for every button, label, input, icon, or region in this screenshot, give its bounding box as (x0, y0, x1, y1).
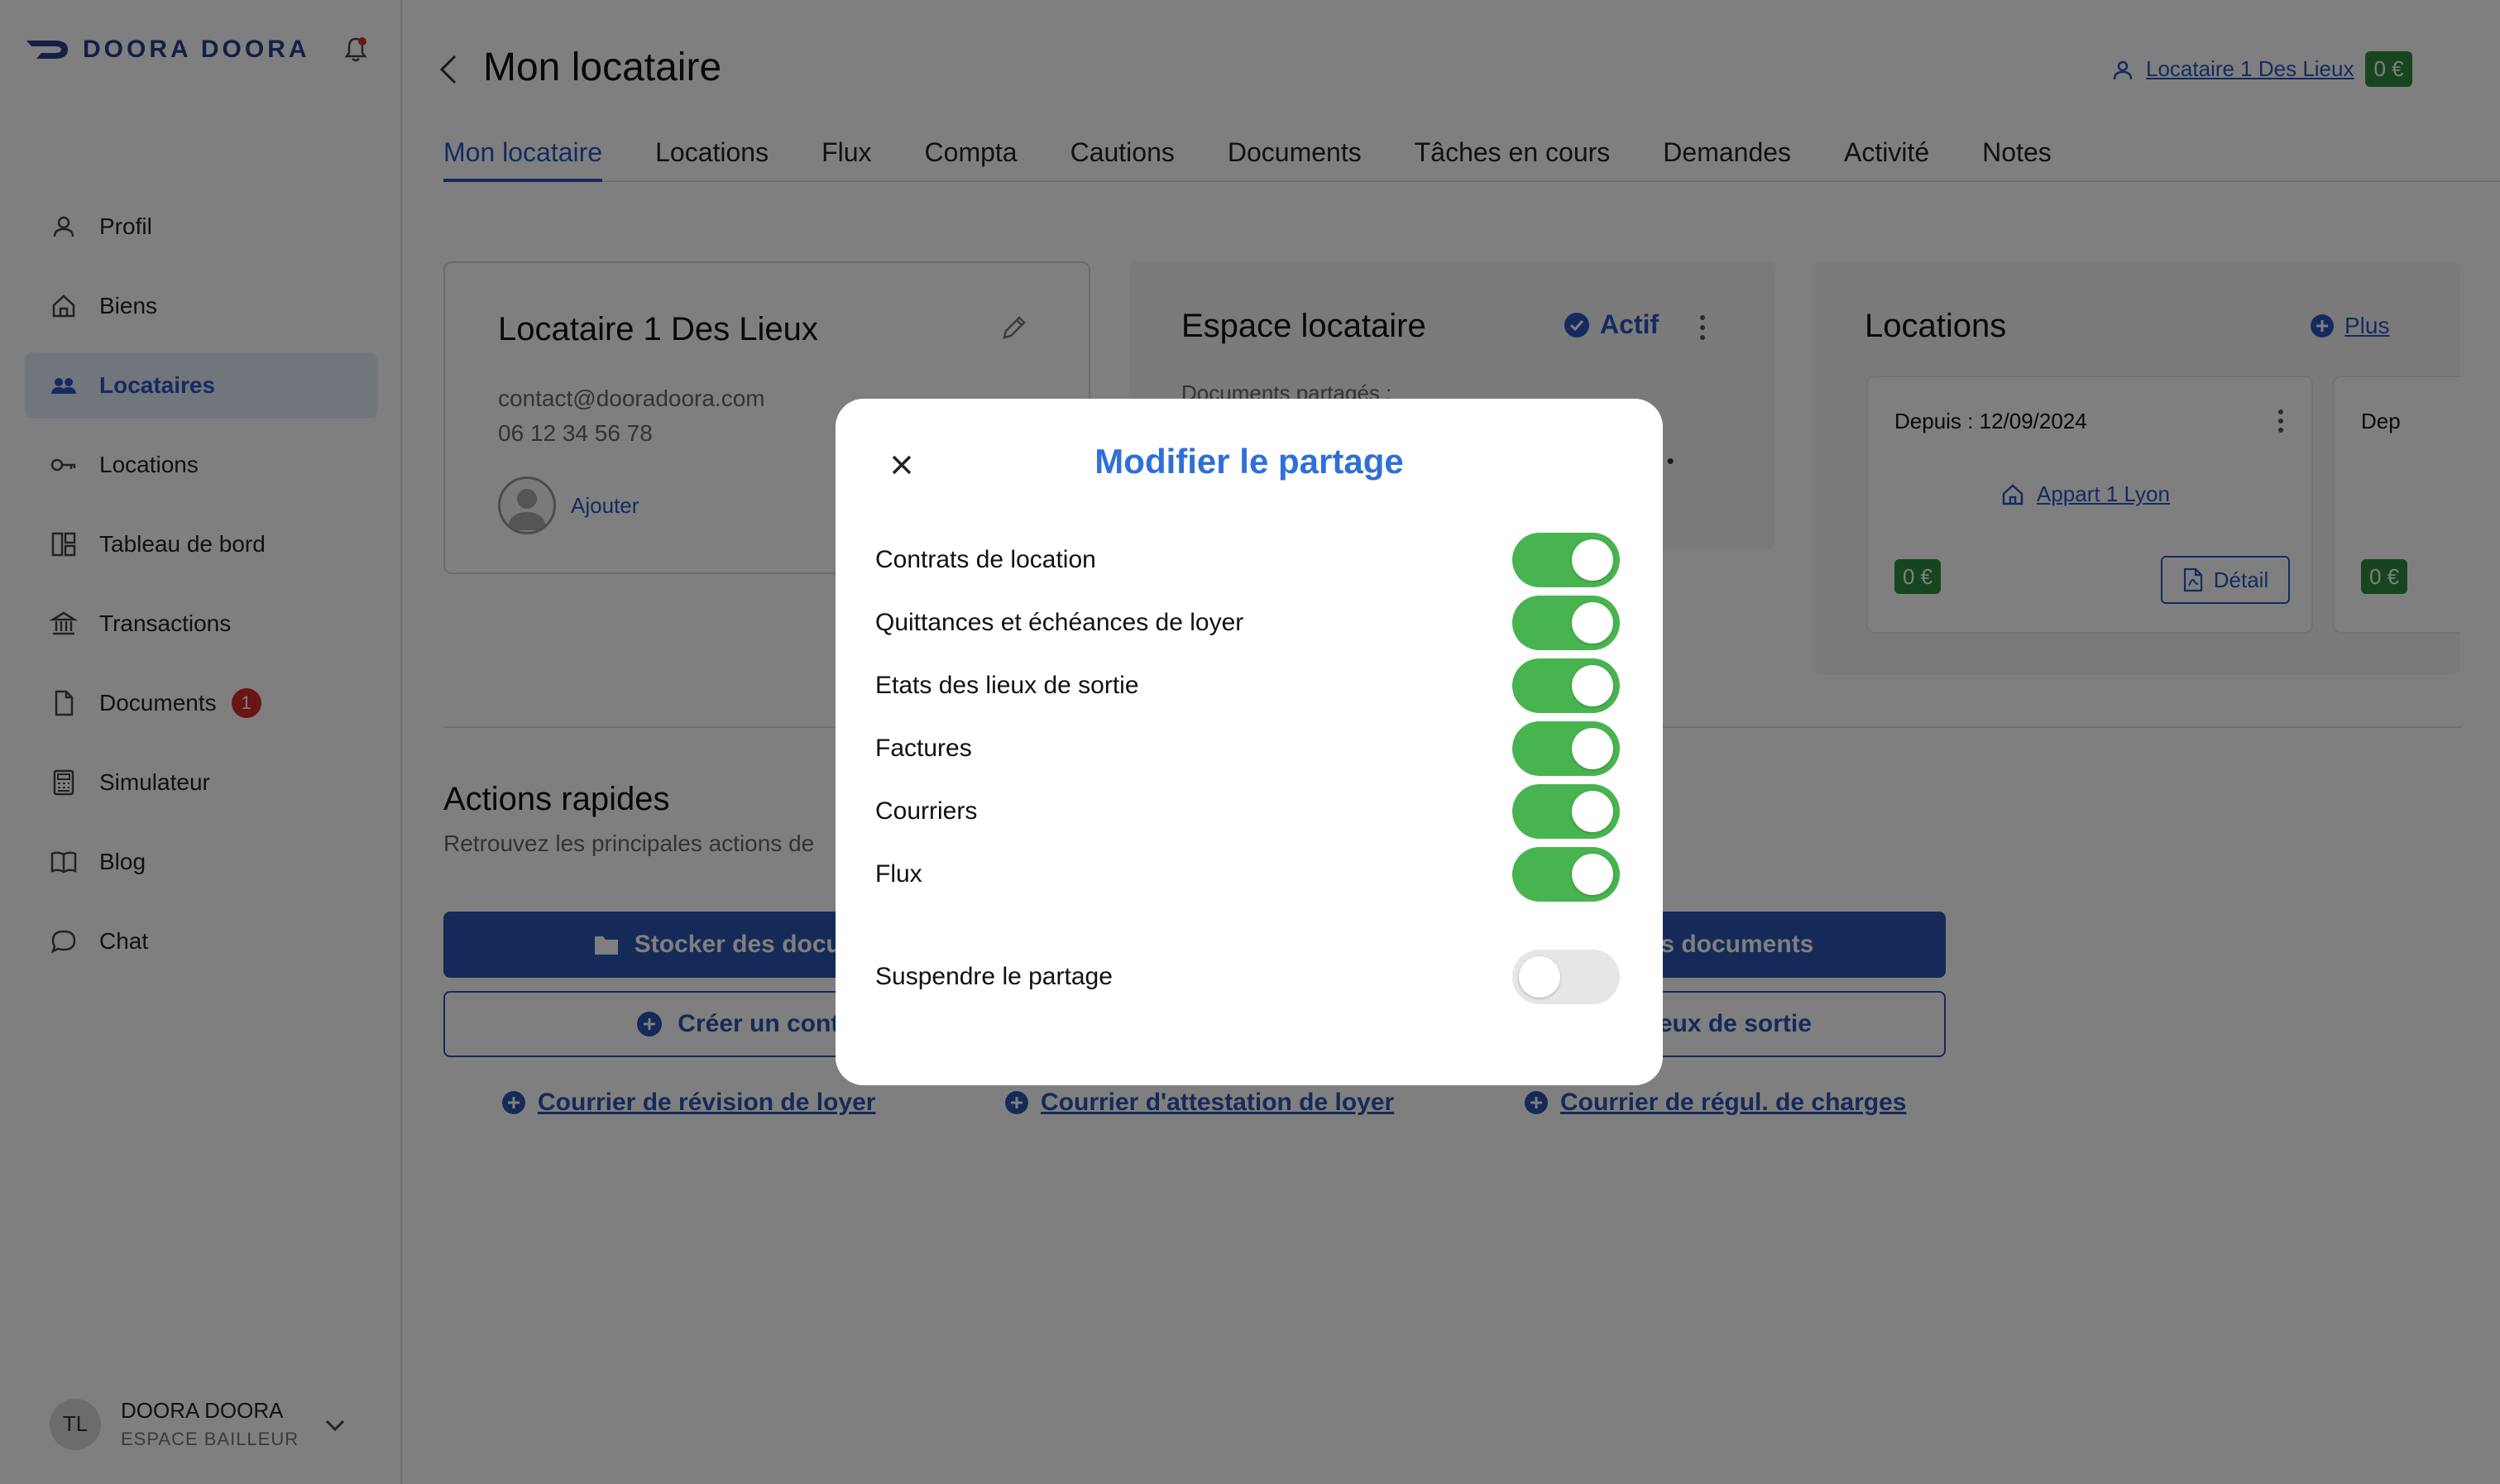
toggle-label: Factures (875, 735, 972, 762)
etats-des-lieux-toggle[interactable] (1512, 658, 1620, 713)
toggle-row-suspend: Suspendre le partage (875, 950, 1620, 1004)
toggle-knob (1572, 791, 1613, 832)
suspend-sharing-toggle[interactable] (1512, 950, 1620, 1004)
toggle-row-factures: Factures (875, 721, 1620, 776)
toggle-label: Courriers (875, 797, 978, 825)
modal-title: Modifier le partage (1094, 442, 1404, 481)
toggle-knob (1572, 728, 1613, 769)
toggle-label: Quittances et échéances de loyer (875, 609, 1244, 636)
toggle-knob (1572, 539, 1613, 581)
sharing-settings-modal: Modifier le partage Contrats de location… (836, 399, 1663, 1085)
toggle-knob (1519, 956, 1560, 998)
toggle-row-etats-des-lieux: Etats des lieux de sortie (875, 658, 1620, 713)
contrats-toggle[interactable] (1512, 533, 1620, 587)
toggle-label: Etats des lieux de sortie (875, 672, 1139, 699)
toggle-row-contrats: Contrats de location (875, 533, 1620, 587)
toggle-label: Flux (875, 860, 922, 888)
toggle-label: Contrats de location (875, 546, 1096, 573)
flux-toggle[interactable] (1512, 847, 1620, 902)
toggle-label: Suspendre le partage (875, 963, 1113, 990)
toggle-row-flux: Flux (875, 847, 1620, 902)
toggle-knob (1572, 602, 1613, 644)
toggle-knob (1572, 665, 1613, 706)
toggle-row-quittances: Quittances et échéances de loyer (875, 596, 1620, 650)
quittances-toggle[interactable] (1512, 596, 1620, 650)
toggle-knob (1572, 854, 1613, 895)
courriers-toggle[interactable] (1512, 784, 1620, 839)
factures-toggle[interactable] (1512, 721, 1620, 776)
toggle-row-courriers: Courriers (875, 784, 1620, 839)
